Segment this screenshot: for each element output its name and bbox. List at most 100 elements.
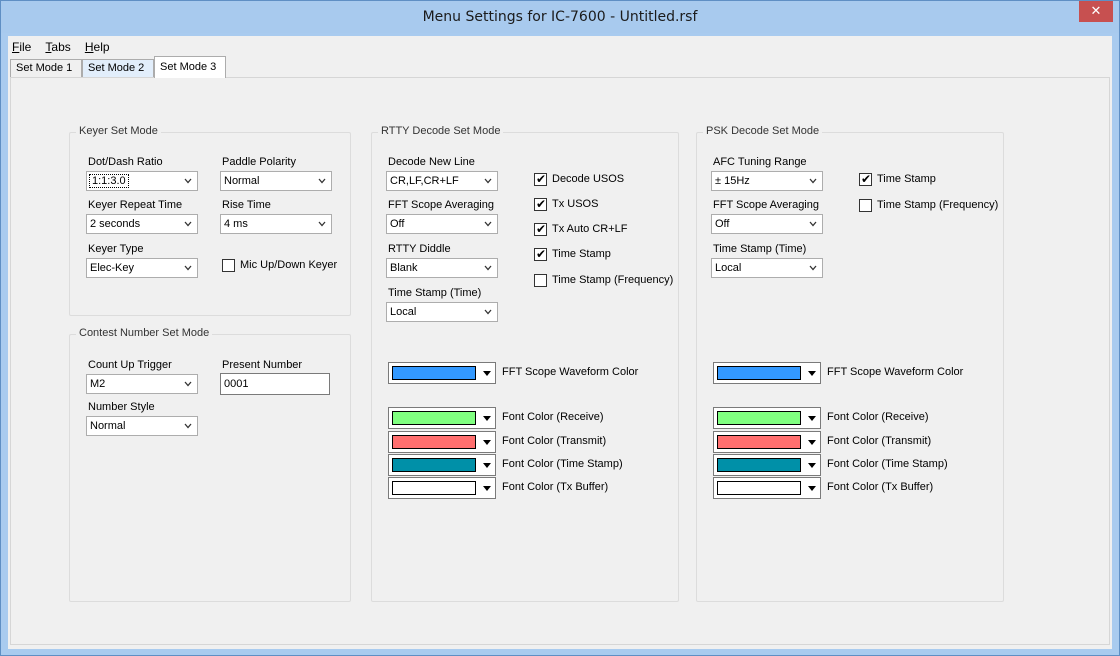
chevron-down-icon [809, 221, 817, 227]
psk-group-title: PSK Decode Set Mode [703, 125, 823, 137]
psk-time-stamp-checkbox[interactable]: ✔ Time Stamp [859, 172, 989, 188]
rtty-font-color-txbuffer-picker[interactable] [388, 477, 496, 499]
triangle-down-icon [808, 416, 816, 421]
rtty-waveform-color-label: FFT Scope Waveform Color [502, 366, 639, 378]
repeat-time-combo[interactable]: 2 seconds [86, 214, 198, 234]
chevron-down-icon [484, 221, 492, 227]
check-icon: ✔ [536, 197, 547, 211]
rtty-font-color-transmit-picker[interactable] [388, 431, 496, 453]
rtty-font-color-txbuffer-label: Font Color (Tx Buffer) [502, 481, 609, 493]
check-icon: ✔ [536, 247, 547, 261]
repeat-time-label: Keyer Repeat Time [88, 199, 183, 211]
rtty-diddle-label: RTTY Diddle [388, 243, 451, 255]
psk-time-stamp-frequency-checkbox[interactable]: Time Stamp (Frequency) [859, 199, 999, 214]
paddle-label: Paddle Polarity [222, 156, 296, 168]
psk-waveform-color-label: FFT Scope Waveform Color [827, 366, 964, 378]
window-title: Menu Settings for IC-7600 - Untitled.rsf [422, 9, 698, 25]
chevron-down-icon [318, 178, 326, 184]
count-trigger-combo[interactable]: M2 [86, 374, 198, 394]
rtty-time-stamp-frequency-checkbox[interactable]: Time Stamp (Frequency) [534, 274, 674, 289]
rtty-font-color-receive-picker[interactable] [388, 407, 496, 429]
count-trigger-label: Count Up Trigger [88, 359, 172, 371]
psk-fft-avg-combo[interactable]: Off [711, 214, 823, 234]
chevron-down-icon [484, 309, 492, 315]
chevron-down-icon [184, 221, 192, 227]
color-swatch [717, 366, 801, 380]
number-style-combo[interactable]: Normal [86, 416, 198, 436]
psk-font-color-txbuffer-picker[interactable] [713, 477, 821, 499]
tab-panel: Keyer Set Mode Dot/Dash Ratio 1:1:3.0 Pa… [10, 77, 1110, 645]
menu-bar: File Tabs Help [12, 40, 121, 56]
tab-set-mode-2[interactable]: Set Mode 2 [82, 59, 154, 77]
psk-font-color-timestamp-label: Font Color (Time Stamp) [827, 458, 948, 470]
triangle-down-icon [483, 371, 491, 376]
check-icon: ✔ [861, 172, 872, 186]
rtty-font-color-timestamp-picker[interactable] [388, 454, 496, 476]
rtty-tx-auto-crlf-checkbox[interactable]: ✔ Tx Auto CR+LF [534, 222, 664, 238]
rtty-tx-usos-checkbox[interactable]: ✔ Tx USOS [534, 197, 664, 213]
menu-file[interactable]: File [12, 40, 31, 54]
chevron-down-icon [809, 178, 817, 184]
present-number-field[interactable]: 0001 [220, 373, 330, 395]
chevron-down-icon [318, 221, 326, 227]
rtty-group: RTTY Decode Set Mode Decode New Line CR,… [371, 125, 679, 602]
keyer-group: Keyer Set Mode Dot/Dash Ratio 1:1:3.0 Pa… [69, 125, 351, 316]
mic-updown-checkbox[interactable]: Mic Up/Down Keyer [222, 259, 347, 274]
psk-afc-combo[interactable]: ± 15Hz [711, 171, 823, 191]
triangle-down-icon [483, 463, 491, 468]
triangle-down-icon [483, 440, 491, 445]
psk-font-color-receive-picker[interactable] [713, 407, 821, 429]
contest-group: Contest Number Set Mode Count Up Trigger… [69, 327, 351, 602]
triangle-down-icon [808, 486, 816, 491]
psk-waveform-color-picker[interactable] [713, 362, 821, 384]
contest-group-title: Contest Number Set Mode [76, 327, 213, 339]
triangle-down-icon [483, 416, 491, 421]
psk-afc-label: AFC Tuning Range [713, 156, 807, 168]
menu-tabs[interactable]: Tabs [45, 40, 70, 54]
psk-font-color-timestamp-picker[interactable] [713, 454, 821, 476]
psk-font-color-transmit-label: Font Color (Transmit) [827, 435, 932, 447]
rise-time-label: Rise Time [222, 199, 271, 211]
menu-help[interactable]: Help [85, 40, 110, 54]
psk-group: PSK Decode Set Mode AFC Tuning Range ± 1… [696, 125, 1004, 602]
color-swatch [392, 458, 476, 472]
dot-dash-label: Dot/Dash Ratio [88, 156, 163, 168]
dot-dash-combo[interactable]: 1:1:3.0 [86, 171, 198, 191]
rtty-newline-combo[interactable]: CR,LF,CR+LF [386, 171, 498, 191]
psk-font-color-transmit-picker[interactable] [713, 431, 821, 453]
title-bar[interactable]: Menu Settings for IC-7600 - Untitled.rsf… [1, 1, 1119, 33]
rtty-fft-avg-label: FFT Scope Averaging [388, 199, 494, 211]
color-swatch [392, 366, 476, 380]
app-window: Menu Settings for IC-7600 - Untitled.rsf… [0, 0, 1120, 656]
rtty-time-stamp-checkbox[interactable]: ✔ Time Stamp [534, 247, 664, 263]
check-icon: ✔ [536, 172, 547, 186]
psk-ts-time-label: Time Stamp (Time) [713, 243, 807, 255]
rtty-diddle-combo[interactable]: Blank [386, 258, 498, 278]
psk-fft-avg-label: FFT Scope Averaging [713, 199, 819, 211]
rtty-font-color-timestamp-label: Font Color (Time Stamp) [502, 458, 623, 470]
rtty-fft-avg-combo[interactable]: Off [386, 214, 498, 234]
chevron-down-icon [484, 265, 492, 271]
color-swatch [392, 481, 476, 495]
chevron-down-icon [184, 381, 192, 387]
keyer-type-label: Keyer Type [88, 243, 144, 255]
rtty-newline-label: Decode New Line [388, 156, 475, 168]
tab-set-mode-3[interactable]: Set Mode 3 [154, 56, 226, 78]
rtty-decode-usos-checkbox[interactable]: ✔ Decode USOS [534, 172, 664, 188]
rise-time-combo[interactable]: 4 ms [220, 214, 332, 234]
psk-font-color-receive-label: Font Color (Receive) [827, 411, 929, 423]
keyer-type-combo[interactable]: Elec-Key [86, 258, 198, 278]
chevron-down-icon [484, 178, 492, 184]
triangle-down-icon [808, 463, 816, 468]
rtty-ts-time-label: Time Stamp (Time) [388, 287, 482, 299]
rtty-waveform-color-picker[interactable] [388, 362, 496, 384]
psk-ts-time-combo[interactable]: Local [711, 258, 823, 278]
triangle-down-icon [808, 440, 816, 445]
rtty-ts-time-combo[interactable]: Local [386, 302, 498, 322]
color-swatch [717, 411, 801, 425]
paddle-combo[interactable]: Normal [220, 171, 332, 191]
triangle-down-icon [483, 486, 491, 491]
chevron-down-icon [184, 423, 192, 429]
close-button[interactable]: ✕ [1079, 1, 1113, 22]
tab-set-mode-1[interactable]: Set Mode 1 [10, 59, 82, 77]
